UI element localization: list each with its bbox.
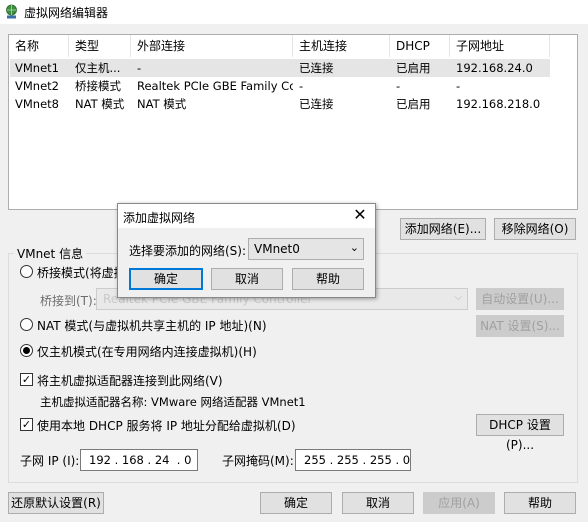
- subnet-ip-label: 子网 IP (I):: [20, 454, 80, 468]
- table-cell: 仅主机...: [75, 61, 121, 75]
- network-select-value: VMnet0: [254, 242, 300, 256]
- table-cell: NAT 模式: [75, 97, 125, 111]
- bridged-mode-radio[interactable]: [20, 265, 33, 278]
- subnet-ip-input[interactable]: 192 . 168 . 24 . 0: [80, 449, 198, 471]
- use-dhcp-checkbox[interactable]: ✓: [20, 418, 33, 431]
- table-cell: 桥接模式: [75, 79, 121, 93]
- table-cell: -: [456, 79, 461, 93]
- column-header-external[interactable]: 外部连接: [131, 35, 293, 57]
- apply-button[interactable]: 应用(A): [423, 492, 495, 514]
- subnet-mask-input[interactable]: 255 . 255 . 255 . 0: [295, 449, 411, 471]
- connect-adapter-label: 将主机虚拟适配器连接到此网络(V): [37, 374, 223, 388]
- network-select[interactable]: VMnet0 ⌄: [248, 238, 364, 260]
- column-header-name[interactable]: 名称: [9, 35, 69, 57]
- table-cell: VMnet8: [15, 97, 59, 111]
- adapter-name-label: 主机虚拟适配器名称: VMware 网络适配器 VMnet1: [40, 395, 306, 409]
- vmnet-info-legend: VMnet 信息: [14, 245, 87, 262]
- ok-button[interactable]: 确定: [260, 492, 332, 514]
- dhcp-settings-button[interactable]: DHCP 设置(P)...: [476, 414, 564, 452]
- table-cell: 已连接: [299, 97, 334, 111]
- dialog-ok-button[interactable]: 确定: [129, 268, 203, 290]
- dialog-cancel-button[interactable]: 取消: [211, 268, 283, 290]
- dialog-title-bar: 添加虚拟网络 ✕: [118, 204, 375, 228]
- nat-settings-button[interactable]: NAT 设置(S)...: [476, 315, 564, 337]
- nat-mode-label: NAT 模式(与虚拟机共享主机的 IP 地址)(N): [37, 319, 267, 333]
- table-cell: -: [396, 79, 401, 93]
- use-dhcp-label: 使用本地 DHCP 服务将 IP 地址分配给虚拟机(D): [37, 419, 296, 433]
- bridged-to-label: 桥接到(T):: [40, 294, 97, 308]
- table-cell: 已启用: [396, 97, 431, 111]
- table-cell: 已连接: [299, 61, 334, 75]
- column-header-host[interactable]: 主机连接: [293, 35, 390, 57]
- network-globe-icon: [6, 4, 17, 19]
- chevron-down-icon: ⌵: [454, 292, 462, 303]
- host-only-mode-label: 仅主机模式(在专用网络内连接虚拟机)(H): [37, 345, 257, 359]
- network-list[interactable]: 名称 类型 外部连接 主机连接 DHCP 子网地址 VMnet1 仅主机... …: [8, 34, 578, 210]
- help-button[interactable]: 帮助: [504, 492, 576, 514]
- table-cell: Realtek PCIe GBE Family Co...: [137, 79, 293, 93]
- title-bar: 虚拟网络编辑器: [0, 0, 588, 24]
- dialog-prompt-label: 选择要添加的网络(S):: [129, 244, 247, 258]
- auto-settings-button[interactable]: 自动设置(U)...: [476, 288, 564, 310]
- remove-network-button[interactable]: 移除网络(O): [494, 218, 576, 240]
- bridged-mode-label: 桥接模式(将虚拟: [37, 266, 126, 280]
- column-header-subnet[interactable]: 子网地址: [450, 35, 550, 57]
- nat-mode-radio[interactable]: [20, 318, 33, 331]
- restore-defaults-button[interactable]: 还原默认设置(R): [8, 492, 104, 514]
- close-icon[interactable]: ✕: [351, 206, 369, 224]
- table-cell: -: [299, 79, 304, 93]
- column-header-type[interactable]: 类型: [69, 35, 131, 57]
- connect-adapter-checkbox[interactable]: ✓: [20, 373, 33, 386]
- host-only-mode-radio[interactable]: [20, 344, 33, 357]
- cancel-button[interactable]: 取消: [342, 492, 414, 514]
- dialog-title: 添加虚拟网络: [123, 211, 196, 225]
- table-cell: 192.168.218.0: [456, 97, 541, 111]
- table-cell: -: [137, 61, 142, 75]
- table-cell: NAT 模式: [137, 97, 187, 111]
- chevron-down-icon: ⌄: [349, 241, 359, 254]
- add-network-dialog: 添加虚拟网络 ✕ 选择要添加的网络(S): VMnet0 ⌄ 确定 取消 帮助: [117, 203, 376, 298]
- table-cell: 已启用: [396, 61, 431, 75]
- window-title: 虚拟网络编辑器: [24, 6, 109, 20]
- dialog-help-button[interactable]: 帮助: [292, 268, 364, 290]
- table-cell: 192.168.24.0: [456, 61, 533, 75]
- subnet-mask-label: 子网掩码(M):: [222, 454, 294, 468]
- add-network-button[interactable]: 添加网络(E)...: [400, 218, 486, 240]
- column-header-dhcp[interactable]: DHCP: [390, 35, 450, 57]
- table-cell: VMnet1: [15, 61, 59, 75]
- table-cell: VMnet2: [15, 79, 59, 93]
